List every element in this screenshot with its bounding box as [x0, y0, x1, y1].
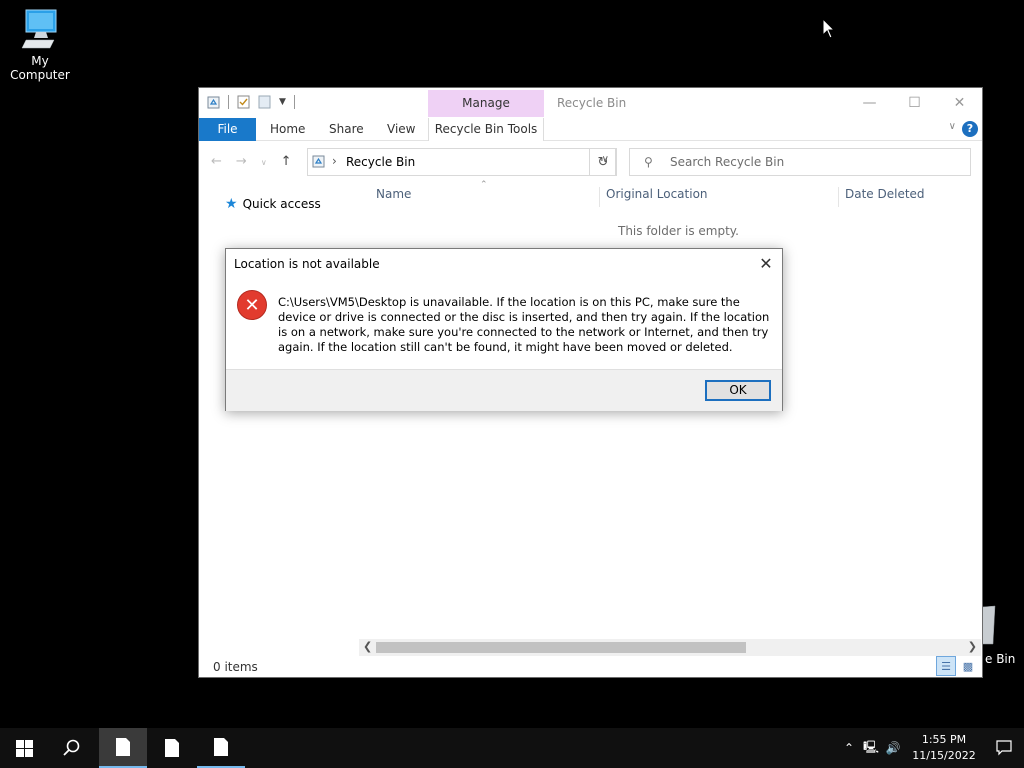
quick-access-toolbar: ▼ — [207, 95, 295, 109]
close-icon: ✕ — [953, 95, 966, 111]
toolbar-separator — [228, 95, 229, 109]
tab-recycle-bin-tools[interactable]: Recycle Bin Tools — [428, 118, 544, 141]
nav-item-quick-access[interactable]: ★ Quick access — [225, 196, 321, 212]
dialog-footer: OK — [226, 369, 782, 411]
back-arrow-icon[interactable]: ← — [211, 154, 222, 172]
navigation-buttons: ← → ∨ ↑ — [211, 154, 292, 172]
help-icon[interactable]: ? — [962, 121, 978, 137]
document-icon — [214, 738, 228, 756]
horizontal-scrollbar[interactable]: ❮ ❯ — [359, 639, 981, 656]
expand-ribbon-icon[interactable]: ∨ — [949, 121, 956, 132]
recycle-bin-small-icon — [312, 155, 325, 168]
recycle-bin-small-icon — [207, 96, 220, 108]
maximize-button[interactable]: ☐ — [892, 88, 937, 118]
maximize-icon: ☐ — [908, 95, 921, 111]
refresh-button[interactable]: ↻ — [589, 148, 617, 176]
column-header-name[interactable]: Name — [376, 187, 411, 207]
clock-time: 1:55 PM — [921, 733, 967, 746]
document-icon — [116, 738, 130, 756]
tab-home[interactable]: Home — [270, 118, 305, 141]
ribbon-tabs: File Home Share View Recycle Bin Tools ∨… — [199, 118, 982, 141]
properties-icon[interactable] — [237, 95, 250, 109]
volume-icon[interactable]: 🔊 — [882, 741, 904, 755]
error-icon: ✕ — [237, 290, 267, 320]
sort-ascending-icon: ⌃ — [480, 180, 488, 190]
quick-access-label: Quick access — [242, 197, 321, 211]
refresh-icon: ↻ — [597, 154, 609, 170]
up-arrow-icon[interactable]: ↑ — [281, 154, 292, 172]
star-icon: ★ — [225, 196, 238, 212]
taskbar: ⌃ 🖳 🔊 1:55 PM 11/15/2022 — [0, 728, 1024, 768]
taskbar-search-button[interactable] — [48, 728, 96, 768]
address-bar-row: ← → ∨ ↑ › Recycle Bin ∨ ↻ ⚲ Search Recyc… — [199, 142, 982, 182]
view-buttons: ☰ ▩ — [936, 656, 978, 676]
computer-icon — [21, 9, 57, 49]
tab-view[interactable]: View — [387, 118, 415, 141]
large-icons-view-icon: ▩ — [962, 659, 974, 673]
system-tray: ⌃ 🖳 🔊 1:55 PM 11/15/2022 — [838, 728, 1024, 768]
taskbar-app-3[interactable] — [197, 728, 245, 768]
minimize-button[interactable]: — — [847, 88, 892, 118]
scroll-right-icon[interactable]: ❯ — [968, 640, 977, 653]
show-hidden-icons-chevron-icon[interactable]: ⌃ — [838, 741, 860, 755]
scroll-left-icon[interactable]: ❮ — [363, 640, 372, 653]
start-button[interactable] — [0, 728, 48, 768]
tab-manage[interactable]: Manage — [428, 90, 544, 117]
scrollbar-thumb[interactable] — [376, 642, 746, 653]
notification-center-button[interactable] — [984, 740, 1024, 756]
search-icon: ⚲ — [644, 155, 653, 169]
new-folder-icon[interactable] — [258, 95, 271, 109]
window-title: Recycle Bin — [557, 96, 627, 110]
close-icon: ✕ — [759, 253, 773, 273]
column-header-original-location[interactable]: Original Location — [599, 187, 708, 207]
details-view-icon: ☰ — [941, 659, 951, 673]
address-bar[interactable]: › Recycle Bin ∨ — [307, 148, 616, 176]
my-computer-label: My Computer — [10, 54, 70, 82]
windows-logo-icon — [15, 739, 33, 757]
notification-icon — [996, 740, 1012, 756]
toolbar-separator — [293, 95, 295, 109]
dialog-title: Location is not available — [234, 257, 380, 271]
address-path[interactable]: Recycle Bin — [346, 155, 415, 169]
close-button[interactable]: ✕ — [937, 88, 982, 118]
search-placeholder: Search Recycle Bin — [670, 155, 785, 169]
status-item-count: 0 items — [213, 660, 258, 674]
column-header-date-deleted[interactable]: Date Deleted — [838, 187, 925, 207]
tab-file[interactable]: File — [199, 118, 256, 141]
minimize-icon: — — [862, 95, 877, 111]
forward-arrow-icon[interactable]: → — [236, 154, 247, 172]
document-icon — [165, 739, 179, 757]
recycle-bin-label: e Bin — [985, 652, 1016, 666]
empty-folder-message: This folder is empty. — [618, 224, 739, 238]
dialog-close-button[interactable]: ✕ — [754, 251, 778, 275]
ok-button[interactable]: OK — [705, 380, 771, 401]
tab-share[interactable]: Share — [329, 118, 364, 141]
customize-toolbar-icon[interactable]: ▼ — [279, 97, 286, 107]
large-icons-view-button[interactable]: ▩ — [958, 656, 978, 676]
recent-locations-icon[interactable]: ∨ — [261, 154, 267, 172]
title-bar: ▼ Manage Recycle Bin — ☐ ✕ — [199, 88, 982, 118]
dialog-message: C:\Users\VM5\Desktop is unavailable. If … — [278, 295, 770, 354]
window-controls: — ☐ ✕ — [847, 88, 982, 118]
search-input[interactable]: ⚲ Search Recycle Bin — [629, 148, 971, 176]
clock[interactable]: 1:55 PM 11/15/2022 — [904, 732, 984, 764]
error-dialog: Location is not available ✕ ✕ C:\Users\V… — [225, 248, 783, 411]
network-icon[interactable]: 🖳 — [860, 738, 882, 759]
my-computer-desktop-icon[interactable]: My Computer — [0, 8, 80, 82]
search-icon — [63, 739, 80, 756]
breadcrumb-chevron-icon[interactable]: › — [332, 154, 337, 168]
taskbar-app-file-explorer-active[interactable] — [99, 728, 147, 768]
clock-date: 11/15/2022 — [912, 749, 976, 762]
desktop: My Computer e Bin ▼ Manage Recycle Bin —… — [0, 0, 1024, 728]
taskbar-app-2[interactable] — [148, 728, 196, 768]
mouse-cursor-icon — [822, 18, 836, 39]
details-view-button[interactable]: ☰ — [936, 656, 956, 676]
